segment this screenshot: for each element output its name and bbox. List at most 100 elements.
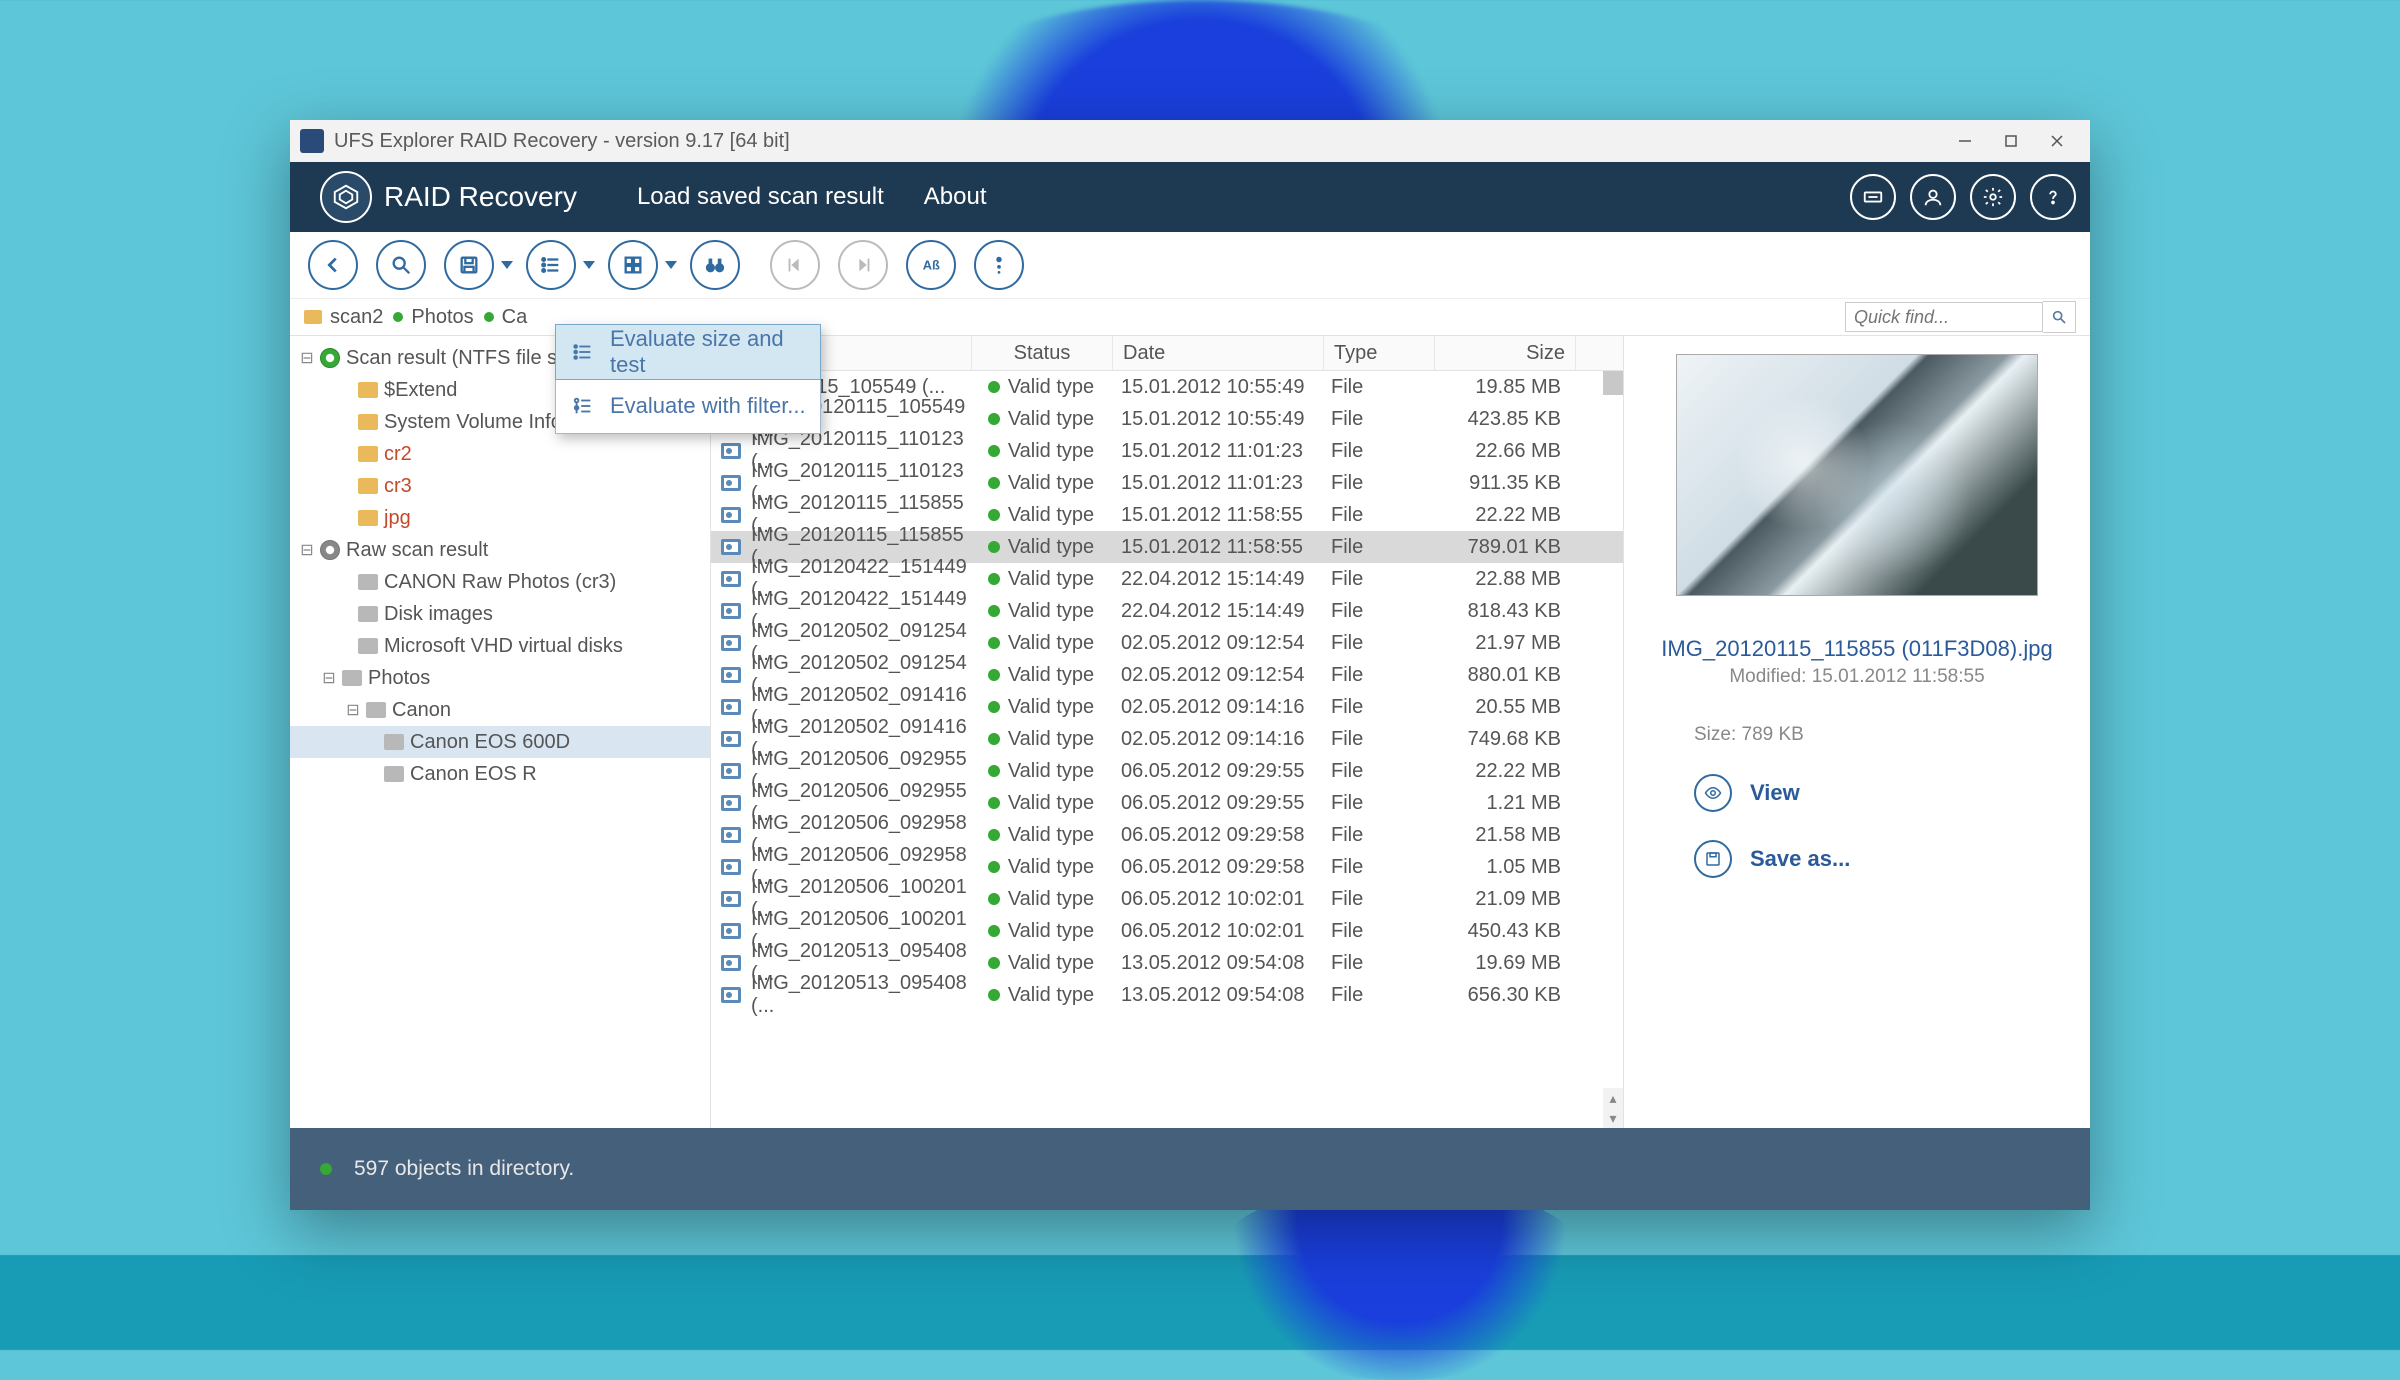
- quick-find-input[interactable]: [1845, 302, 2043, 332]
- preview-saveas-label: Save as...: [1750, 846, 1850, 872]
- file-date: 06.05.2012 09:29:55: [1121, 792, 1305, 815]
- toolbar: Aß: [290, 232, 2090, 299]
- image-file-icon: [721, 571, 741, 587]
- image-file-icon: [721, 699, 741, 715]
- save-dropdown[interactable]: [500, 260, 514, 270]
- scrollbar-thumb[interactable]: [1603, 371, 1623, 395]
- header-help-button[interactable]: [2030, 174, 2076, 220]
- save-button[interactable]: [444, 240, 494, 290]
- col-status[interactable]: Status: [972, 336, 1113, 370]
- folder-icon: [342, 670, 362, 686]
- tree-node-disk-images[interactable]: Disk images: [290, 598, 710, 630]
- tree-node-vhd[interactable]: Microsoft VHD virtual disks: [290, 630, 710, 662]
- search-lens-button[interactable]: [376, 240, 426, 290]
- list-button[interactable]: [526, 240, 576, 290]
- file-type: File: [1331, 696, 1363, 719]
- grid-dropdown[interactable]: [664, 260, 678, 270]
- file-size: 423.85 KB: [1468, 408, 1561, 431]
- file-size: 789.01 KB: [1468, 536, 1561, 559]
- preview-filename: IMG_20120115_115855 (011F3D08).jpg: [1661, 636, 2052, 662]
- list-dropdown[interactable]: [582, 260, 596, 270]
- file-size: 818.43 KB: [1468, 600, 1561, 623]
- breadcrumb-item[interactable]: Photos: [393, 306, 473, 329]
- tree-node-canon-raw[interactable]: CANON Raw Photos (cr3): [290, 566, 710, 598]
- case-button[interactable]: Aß: [906, 240, 956, 290]
- file-size: 880.01 KB: [1468, 664, 1561, 687]
- status-text: 597 objects in directory.: [354, 1157, 574, 1181]
- preview-saveas-button[interactable]: Save as...: [1694, 840, 1850, 878]
- preview-view-button[interactable]: View: [1694, 774, 1800, 812]
- folder-icon: [358, 478, 378, 494]
- status-dot-icon: [988, 381, 1000, 393]
- quick-find-button[interactable]: [2043, 301, 2076, 333]
- col-size[interactable]: Size: [1435, 336, 1576, 370]
- header-settings-button[interactable]: [1970, 174, 2016, 220]
- breadcrumb-item[interactable]: Ca: [484, 306, 528, 329]
- file-type: File: [1331, 632, 1363, 655]
- file-type: File: [1331, 728, 1363, 751]
- file-size: 19.69 MB: [1475, 952, 1561, 975]
- preview-panel: IMG_20120115_115855 (011F3D08).jpg Modif…: [1624, 336, 2090, 1128]
- tree-node-raw-scan[interactable]: ⊟Raw scan result: [290, 534, 710, 566]
- file-type: File: [1331, 856, 1363, 879]
- maximize-button[interactable]: [1988, 120, 2034, 162]
- background-blob-bottom: [1200, 1180, 1600, 1380]
- menu-evaluate-size-test[interactable]: Evaluate size and test: [555, 324, 821, 380]
- tree-node-canon-600d[interactable]: Canon EOS 600D: [290, 726, 710, 758]
- file-date: 06.05.2012 09:29:58: [1121, 856, 1305, 879]
- preview-view-label: View: [1750, 780, 1800, 806]
- main-body: ⊟Scan result (NTFS file syst $Extend Sys…: [290, 336, 2090, 1128]
- col-date[interactable]: Date: [1113, 336, 1324, 370]
- scroll-down-button[interactable]: ▾: [1603, 1108, 1623, 1128]
- status-dot-icon: [988, 893, 1000, 905]
- tree-node-canon[interactable]: ⊟Canon: [290, 694, 710, 726]
- scan-icon: [320, 348, 340, 368]
- preview-size: Size: 789 KB: [1694, 724, 1804, 746]
- file-size: 21.97 MB: [1475, 632, 1561, 655]
- file-date: 02.05.2012 09:14:16: [1121, 696, 1305, 719]
- status-dot-icon: [988, 701, 1000, 713]
- status-dot-icon: [988, 509, 1000, 521]
- col-type[interactable]: Type: [1324, 336, 1435, 370]
- back-button[interactable]: [308, 240, 358, 290]
- file-status: Valid type: [1008, 696, 1094, 719]
- prev-button[interactable]: [770, 240, 820, 290]
- scroll-up-button[interactable]: ▴: [1603, 1088, 1623, 1108]
- menu-about[interactable]: About: [924, 183, 987, 211]
- eye-icon: [1694, 774, 1732, 812]
- tree-node-jpg[interactable]: jpg: [290, 502, 710, 534]
- file-status: Valid type: [1008, 760, 1094, 783]
- tree-node-canon-eos-r[interactable]: Canon EOS R: [290, 758, 710, 790]
- menu-load-saved[interactable]: Load saved scan result: [637, 183, 884, 211]
- table-row[interactable]: IMG_20120513_095408 (...Valid type13.05.…: [711, 979, 1623, 1011]
- file-size: 19.85 MB: [1475, 376, 1561, 399]
- minimize-button[interactable]: [1942, 120, 1988, 162]
- image-file-icon: [721, 635, 741, 651]
- file-date: 15.01.2012 10:55:49: [1121, 376, 1305, 399]
- file-type: File: [1331, 408, 1363, 431]
- header-keyboard-button[interactable]: [1850, 174, 1896, 220]
- filter-person-button[interactable]: [974, 240, 1024, 290]
- status-dot-icon: [988, 477, 1000, 489]
- grid-button[interactable]: [608, 240, 658, 290]
- next-button[interactable]: [838, 240, 888, 290]
- status-dot-icon: [988, 925, 1000, 937]
- header-user-button[interactable]: [1910, 174, 1956, 220]
- file-status: Valid type: [1008, 728, 1094, 751]
- menu-evaluate-filter[interactable]: Evaluate with filter...: [556, 379, 820, 433]
- close-button[interactable]: [2034, 120, 2080, 162]
- tree-node-photos[interactable]: ⊟Photos: [290, 662, 710, 694]
- file-size: 21.58 MB: [1475, 824, 1561, 847]
- folder-icon: [358, 382, 378, 398]
- svg-text:Aß: Aß: [923, 258, 940, 273]
- file-type: File: [1331, 568, 1363, 591]
- status-dot-icon: [988, 445, 1000, 457]
- file-date: 22.04.2012 15:14:49: [1121, 568, 1305, 591]
- status-dot-icon: [484, 312, 494, 322]
- file-size: 22.88 MB: [1475, 568, 1561, 591]
- binoculars-button[interactable]: [690, 240, 740, 290]
- tree-node-cr2[interactable]: cr2: [290, 438, 710, 470]
- breadcrumb-item[interactable]: scan2: [304, 306, 383, 329]
- tree-node-cr3[interactable]: cr3: [290, 470, 710, 502]
- file-date: 15.01.2012 11:58:55: [1121, 504, 1303, 527]
